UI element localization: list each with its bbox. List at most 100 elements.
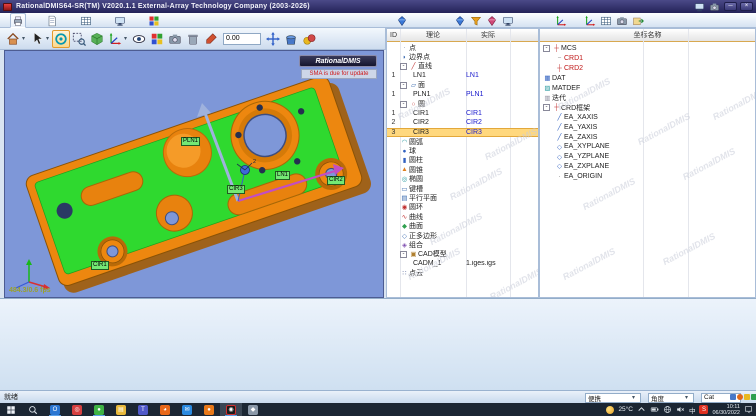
coordinate-tree-row[interactable]: -┼MCS: [540, 44, 755, 54]
move-icon[interactable]: [264, 30, 282, 48]
coordinate-tree-row[interactable]: ·EA_ORIGIN: [540, 171, 755, 181]
feature-tree-row[interactable]: ●球: [387, 146, 538, 155]
coordinate-tree-row[interactable]: ◇EA_ZXPLANE: [540, 162, 755, 172]
probe-status-icon[interactable]: [730, 394, 736, 400]
feature-tree-row[interactable]: -╱直线: [387, 62, 538, 71]
file-explorer-taskbar-icon[interactable]: ▤: [110, 403, 132, 416]
sogou-icon[interactable]: S: [699, 405, 708, 414]
action-center-icon[interactable]: [744, 405, 753, 414]
gem-icon[interactable]: [452, 13, 468, 28]
gem-icon[interactable]: [394, 13, 410, 28]
lasso-icon[interactable]: [70, 30, 88, 48]
expander[interactable]: -: [400, 63, 407, 70]
axis-icon[interactable]: [582, 13, 598, 28]
coordinate-tree-row[interactable]: ┼CRD2: [540, 64, 755, 74]
tools-status-icon[interactable]: [751, 394, 756, 400]
coordinate-tree-row[interactable]: ◇EA_YZPLANE: [540, 152, 755, 162]
weather-icon[interactable]: [606, 406, 614, 414]
feature-tree-row[interactable]: ▲圆锥: [387, 165, 538, 174]
feature-tree-row[interactable]: 2CIR2CIR2: [387, 118, 538, 127]
feature-tree-row[interactable]: ◆曲面: [387, 221, 538, 230]
close-button[interactable]: ×: [740, 2, 753, 11]
expander[interactable]: -: [400, 251, 407, 258]
monitor-icon[interactable]: [693, 1, 706, 12]
expander[interactable]: -: [543, 45, 550, 52]
grid-icon[interactable]: [78, 13, 94, 28]
sphere-app-taskbar-icon[interactable]: ●: [198, 403, 220, 416]
filter-icon[interactable]: [468, 13, 484, 28]
3d-viewport[interactable]: 2 RationalDMIS SMA is due for update 484…: [4, 50, 384, 298]
axis-icon[interactable]: [106, 30, 124, 48]
zoom-input[interactable]: [223, 33, 261, 45]
brush-icon[interactable]: [202, 30, 220, 48]
feature-tree-row[interactable]: ◠圆弧: [387, 137, 538, 146]
feature-tree-row[interactable]: CADM_11.iges.igs: [387, 259, 538, 268]
feature-tree-row[interactable]: -▱面: [387, 81, 538, 90]
angle-select[interactable]: 角度▾: [648, 393, 694, 403]
clock-status-icon[interactable]: [744, 394, 750, 400]
gem-red-icon[interactable]: [484, 13, 500, 28]
expander[interactable]: -: [400, 101, 407, 108]
stop-status-icon[interactable]: [737, 394, 743, 400]
outlook-taskbar-icon[interactable]: O: [44, 403, 66, 416]
coordinate-tree-row[interactable]: ▦DAT: [540, 73, 755, 83]
monitor-icon[interactable]: [112, 13, 128, 28]
ime-indicator[interactable]: 中: [689, 405, 696, 415]
mail-app-taskbar-icon[interactable]: ✉: [176, 403, 198, 416]
trash-icon[interactable]: [184, 30, 202, 48]
feature-tree-row[interactable]: 1CIR1CIR1: [387, 109, 538, 118]
camera-icon[interactable]: [614, 13, 630, 28]
taskbar-search-icon[interactable]: [22, 403, 44, 416]
feature-tag-cir1[interactable]: CIR1: [91, 261, 109, 270]
medal-icon[interactable]: [300, 30, 318, 48]
coordinate-tree-row[interactable]: ╱EA_ZAXIS: [540, 132, 755, 142]
axis-icon[interactable]: [553, 13, 569, 28]
feature-tag-ln1[interactable]: LN1: [275, 171, 290, 180]
security-shield-taskbar-icon[interactable]: ◎: [66, 403, 88, 416]
tray-chevron-icon[interactable]: [637, 405, 646, 414]
doc-icon[interactable]: [44, 13, 60, 28]
feature-tree-row[interactable]: ∿曲线: [387, 212, 538, 221]
volume-muted-icon[interactable]: [676, 405, 685, 414]
wechat-taskbar-icon[interactable]: ●: [88, 403, 110, 416]
feature-tag-cir2[interactable]: CIR2: [327, 176, 345, 185]
feature-tree-row[interactable]: 1LN1LN1: [387, 71, 538, 80]
feature-tree-row[interactable]: 3CIR3CIR3: [387, 128, 538, 137]
camera-icon[interactable]: [708, 1, 721, 12]
bucket-icon[interactable]: [282, 30, 300, 48]
feature-tree-row[interactable]: ◗边界点: [387, 52, 538, 61]
coordinate-tree-row[interactable]: -┼CRD框架: [540, 103, 755, 113]
printer-icon[interactable]: [10, 13, 26, 28]
feature-tree-row[interactable]: ·点: [387, 43, 538, 52]
start-button[interactable]: [0, 403, 22, 416]
minimize-button[interactable]: ─: [724, 2, 737, 11]
grid-icon[interactable]: [598, 13, 614, 28]
cad-part-canvas[interactable]: 2: [5, 51, 384, 298]
feature-tree-row[interactable]: ▤平行平面: [387, 193, 538, 202]
feature-tag-cir3[interactable]: CIR3: [227, 185, 245, 194]
eye-icon[interactable]: [130, 30, 148, 48]
feature-tree-row[interactable]: ∷点云: [387, 268, 538, 277]
feature-tree-row[interactable]: -▣CAD模型: [387, 250, 538, 259]
machine-mode-select[interactable]: 便携▾: [585, 393, 641, 403]
cad-app-taskbar-icon[interactable]: ◆: [242, 403, 264, 416]
cube-icon[interactable]: [88, 30, 106, 48]
rationaldmis-taskbar-icon[interactable]: ◉: [220, 403, 242, 416]
cursor-icon[interactable]: [28, 30, 46, 48]
expander[interactable]: -: [400, 82, 407, 89]
coordinate-tree-row[interactable]: ▥迭代: [540, 93, 755, 103]
teams-taskbar-icon[interactable]: T: [132, 403, 154, 416]
feature-tree-row[interactable]: ◈组合: [387, 240, 538, 249]
feature-tree-row[interactable]: ▮圆柱: [387, 156, 538, 165]
feature-tree-row[interactable]: ▭键槽: [387, 184, 538, 193]
camera-icon[interactable]: [166, 30, 184, 48]
target-icon[interactable]: [52, 30, 70, 48]
feature-tree-row[interactable]: -○圆: [387, 99, 538, 108]
monitor-icon[interactable]: [500, 13, 516, 28]
feature-tree-row[interactable]: ◉圆环: [387, 203, 538, 212]
coordinate-tree-row[interactable]: ╱EA_XAXIS: [540, 113, 755, 123]
network-icon[interactable]: [663, 405, 672, 414]
export-icon[interactable]: [630, 13, 646, 28]
clock[interactable]: 10:11 06/30/2022: [712, 404, 740, 416]
feature-tree-row[interactable]: ◎椭圆: [387, 174, 538, 183]
